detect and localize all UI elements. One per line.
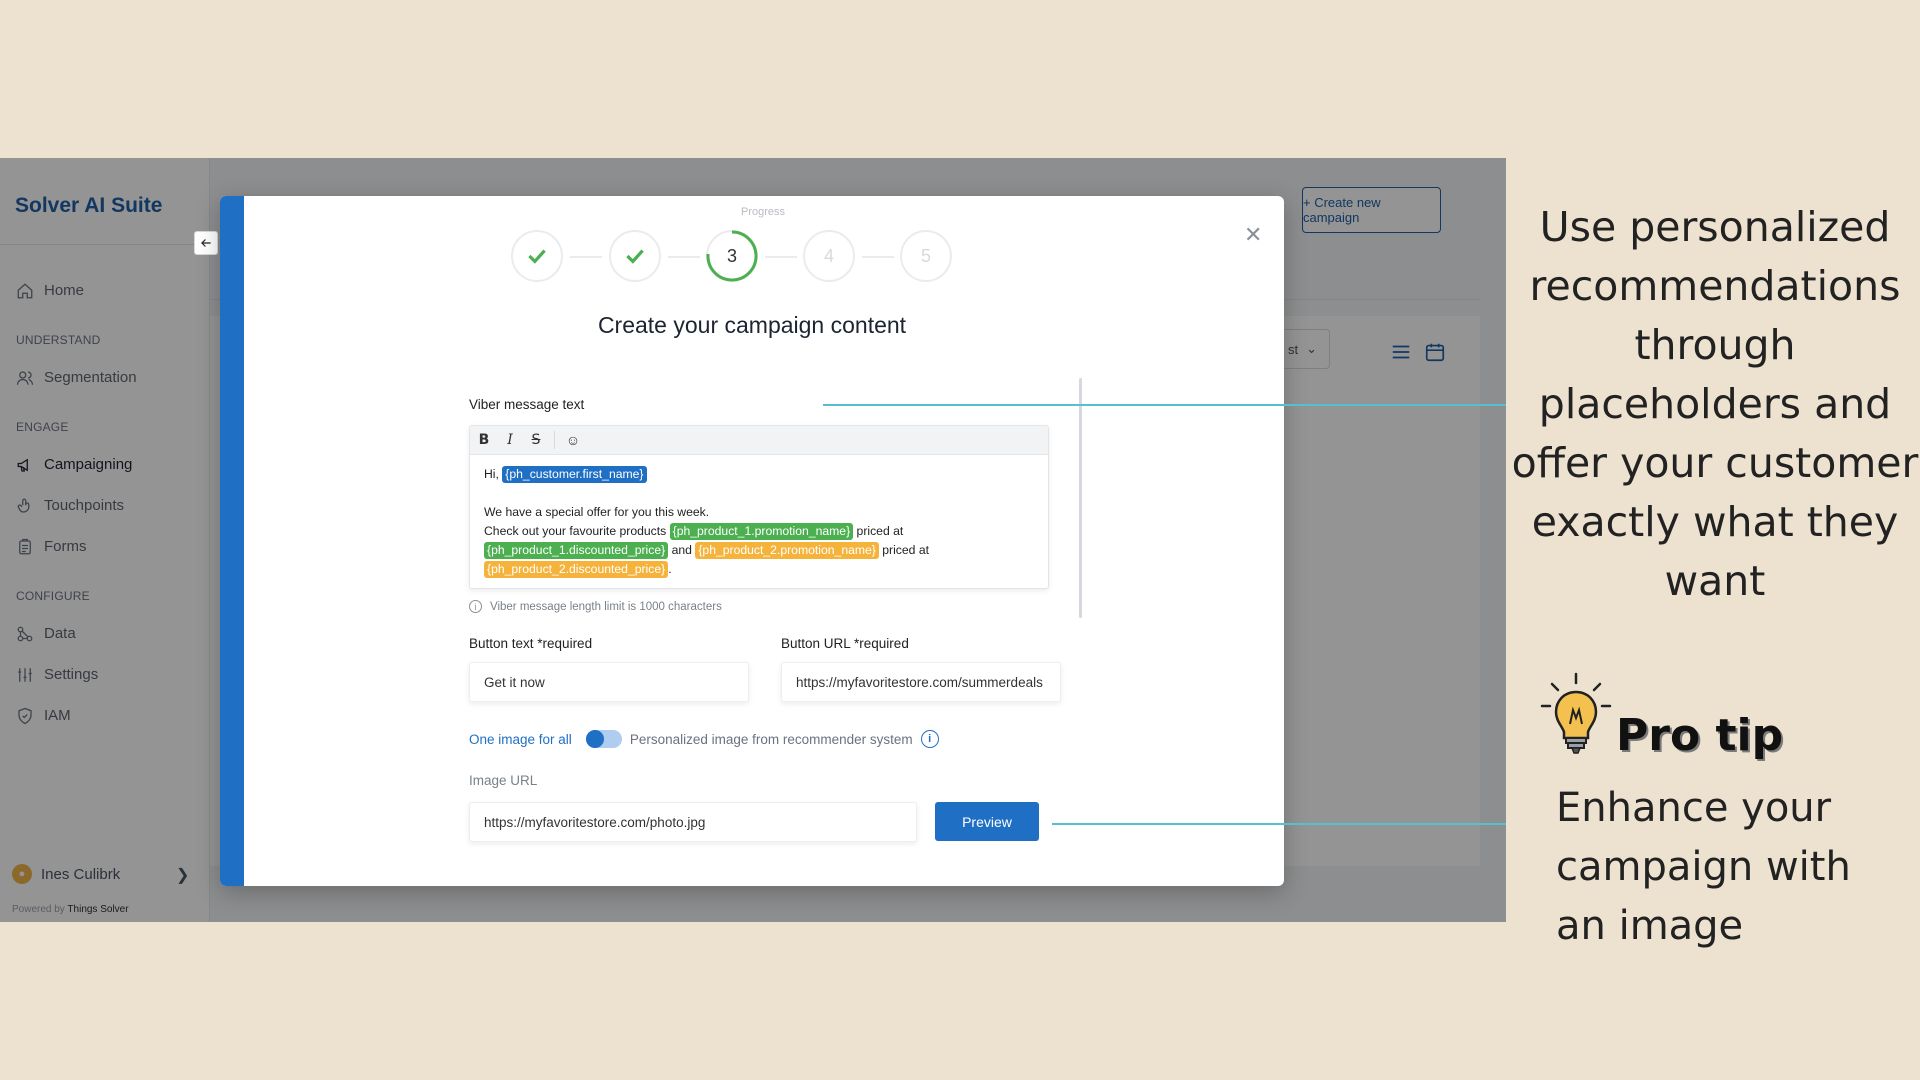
toggle-option-left[interactable]: One image for all [469, 732, 572, 747]
strikethrough-icon[interactable]: S [528, 432, 544, 448]
message-line: Hi, {ph_customer.first_name} [484, 465, 1034, 484]
message-text: Check out your favourite products [484, 524, 667, 538]
message-text: Hi, [484, 467, 499, 481]
close-icon[interactable]: ✕ [1244, 222, 1262, 248]
toggle-option-right[interactable]: Personalized image from recommender syst… [630, 732, 913, 747]
pro-tip-text: Enhance your campaign with an image [1556, 785, 1851, 949]
message-hint: i Viber message length limit is 1000 cha… [469, 600, 722, 613]
placeholder-tag: {ph_product_1.discounted_price} [484, 542, 669, 559]
step-number: 4 [823, 245, 834, 266]
step-connector [765, 256, 797, 258]
image-url-label: Image URL [469, 773, 538, 788]
message-text: . [668, 562, 672, 576]
step-connector [570, 256, 602, 258]
create-campaign-modal: ✕ Progress 3 4 5 Create your campaign co… [220, 196, 1284, 886]
image-url-input[interactable]: https://myfavoritestore.com/photo.jpg [469, 802, 917, 842]
button-text-input[interactable]: Get it now [469, 662, 749, 702]
placeholder-tag: {ph_product_2.promotion_name} [695, 542, 879, 559]
toggle-knob [585, 730, 604, 748]
step-connector [668, 256, 700, 258]
placeholder-tag: {ph_customer.first_name} [502, 466, 647, 483]
step-1-complete [511, 230, 563, 282]
caption-main: Use personalized recommendations through… [1511, 203, 1919, 605]
check-icon [626, 249, 644, 264]
step-number: 5 [920, 245, 931, 266]
callout-line [823, 404, 1506, 406]
message-text: priced at [856, 524, 904, 538]
callout-line [1052, 823, 1506, 825]
collapse-sidebar-button[interactable] [194, 231, 218, 255]
modal-accent-bar [220, 196, 244, 886]
bold-icon[interactable]: B [476, 432, 492, 448]
info-icon: i [469, 600, 482, 613]
button-text-label: Button text *required [469, 636, 593, 651]
message-text: and [671, 543, 692, 557]
editor-content[interactable]: Hi, {ph_customer.first_name} We have a s… [470, 455, 1048, 588]
check-icon [528, 249, 546, 264]
placeholder-tag: {ph_product_1.promotion_name} [669, 523, 854, 540]
arrow-left-icon [201, 239, 211, 247]
info-icon[interactable]: i [920, 730, 939, 748]
placeholder-tag: {ph_product_2.discounted_price} [484, 561, 669, 578]
divider [554, 431, 555, 449]
step-5: 5 [900, 230, 952, 282]
emoji-icon[interactable]: ☺ [565, 432, 581, 448]
hint-text: Viber message length limit is 1000 chara… [490, 600, 722, 613]
modal-title: Create your campaign content [597, 312, 907, 338]
message-line: {ph_product_2.discounted_price}. [484, 560, 1034, 579]
lightbulb-icon [1540, 672, 1612, 754]
button-url-label: Button URL *required [781, 636, 909, 651]
progress-label: Progress [741, 206, 786, 218]
progress-ring [706, 230, 758, 282]
message-editor[interactable]: B I S ☺ Hi, {ph_customer.first_name} We … [469, 425, 1049, 589]
step-connector [862, 256, 894, 258]
image-mode-toggle-row: One image for all Personalized image fro… [469, 730, 939, 748]
italic-icon[interactable]: I [502, 432, 518, 448]
editor-toolbar: B I S ☺ [470, 426, 1048, 455]
message-line: {ph_product_1.discounted_price} and {ph_… [484, 541, 1034, 560]
step-2-complete [609, 230, 661, 282]
pro-tip-title: Pro tip [1616, 710, 1784, 761]
image-mode-toggle[interactable] [585, 730, 622, 748]
scrollbar[interactable] [1079, 378, 1082, 618]
step-3-current: 3 [706, 230, 758, 282]
viber-message-label: Viber message text [469, 397, 585, 412]
message-line: We have a special offer for you this wee… [484, 505, 710, 519]
step-4: 4 [803, 230, 855, 282]
preview-button[interactable]: Preview [935, 802, 1039, 841]
message-line: Check out your favourite products {ph_pr… [484, 522, 1034, 541]
message-text: priced at [882, 543, 930, 557]
button-url-input[interactable]: https://myfavoritestore.com/summerdeals [781, 662, 1061, 702]
